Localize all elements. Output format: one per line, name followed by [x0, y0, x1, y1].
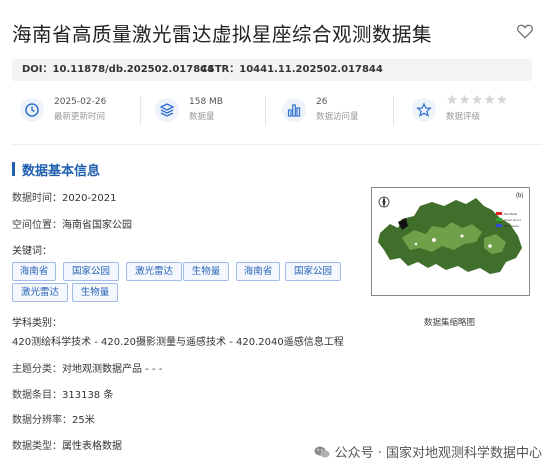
- info-value: 海南省国家公园: [62, 220, 132, 231]
- stats-bar: 2025-02-26 最新更新时间 158 MB 数据量 26 数据访问量 数据…: [12, 92, 542, 132]
- info-time: 数据时间：2020-2021: [12, 189, 117, 204]
- info-value: 属性表格数据: [62, 441, 122, 452]
- info-value: 313138 条: [62, 390, 114, 401]
- info-records: 数据条目：313138 条: [12, 386, 113, 401]
- keyword-tag[interactable]: 海南省: [12, 262, 56, 281]
- info-type: 数据类型：属性表格数据: [12, 437, 122, 452]
- stat-value: 2025-02-26: [54, 97, 107, 107]
- dataset-thumbnail[interactable]: Test Build Green Sum t Blue Grass (b): [371, 187, 530, 296]
- stat-visits: 26 数据访问量: [274, 92, 399, 132]
- keyword-tag[interactable]: 生物量: [183, 262, 229, 281]
- legend-swatch: [496, 212, 502, 215]
- wechat-icon: [314, 446, 330, 458]
- keyword-tag[interactable]: 生物量: [72, 283, 118, 302]
- info-theme: 主题分类：对地观测数据产品 - - -: [12, 360, 162, 375]
- info-value: 对地观测数据产品 - - -: [62, 364, 163, 375]
- stat-label: 数据访问量: [316, 112, 359, 122]
- thumbnail-caption: 数据集缩略图: [423, 318, 475, 328]
- cstr-text[interactable]: CSTR：10441.11.202502.017844: [200, 59, 383, 81]
- stat-label: 数据量: [189, 112, 215, 122]
- stat-updated: 2025-02-26 最新更新时间: [12, 92, 142, 132]
- stat-label: 最新更新时间: [54, 112, 106, 122]
- keyword-tag[interactable]: 海南省: [236, 262, 280, 281]
- star-icon: [412, 98, 436, 122]
- info-subject-value: 420测绘科学技术 - 420.20摄影测量与遥感技术 - 420.2040遥感…: [12, 337, 344, 348]
- divider: [393, 96, 394, 126]
- keyword-tag[interactable]: 激光雷达: [12, 283, 68, 302]
- info-label: 数据时间：: [12, 193, 62, 204]
- info-label: 数据条目：: [12, 390, 62, 401]
- legend-text: Blue Grass: [504, 224, 519, 228]
- stat-label: 数据评级: [446, 112, 481, 122]
- legend-swatch: [496, 224, 502, 227]
- info-label: 空间位置：: [12, 220, 62, 231]
- stat-rating: 数据评级: [404, 92, 539, 132]
- heart-icon[interactable]: [516, 22, 534, 40]
- keyword-tag[interactable]: 激光雷达: [126, 262, 182, 281]
- info-value: 2020-2021: [62, 193, 117, 204]
- corner-label: (b): [516, 193, 523, 199]
- watermark: 公众号 · 国家对地观测科学数据中心: [314, 442, 542, 461]
- bar-chart-icon: [282, 98, 306, 122]
- clock-icon: [20, 98, 44, 122]
- section-title: 数据基本信息: [12, 160, 100, 179]
- divider: [12, 144, 542, 145]
- identifier-bar: DOI：10.11878/db.202502.017844 CSTR：10441…: [12, 59, 532, 81]
- info-resolution: 数据分辨率：25米: [12, 411, 95, 426]
- info-location: 空间位置：海南省国家公园: [12, 216, 132, 231]
- legend-text: Green Sum t: [504, 218, 521, 222]
- keyword-tag[interactable]: 国家公园: [63, 262, 119, 281]
- info-label: 主题分类：: [12, 364, 62, 375]
- divider: [140, 96, 141, 126]
- page-title: 海南省高质量激光雷达虚拟星座综合观测数据集: [12, 23, 433, 46]
- info-label: 数据分辨率：: [12, 415, 72, 426]
- thumbnail-map: Test Build Green Sum t Blue Grass (b): [372, 188, 529, 295]
- divider: [265, 96, 266, 126]
- doi-text[interactable]: DOI：10.11878/db.202502.017844: [22, 59, 214, 81]
- legend-text: Test Build: [504, 212, 517, 216]
- info-subject-label: 学科类别：: [12, 318, 62, 329]
- info-label: 数据类型：: [12, 441, 62, 452]
- rating-stars-icon: [447, 94, 507, 104]
- keyword-tag[interactable]: 国家公园: [285, 262, 341, 281]
- info-value: 25米: [72, 415, 95, 426]
- legend-swatch: [496, 218, 502, 221]
- info-keywords-label: 关键词：: [12, 246, 52, 257]
- watermark-text: 公众号 · 国家对地观测科学数据中心: [334, 446, 542, 461]
- rating-stars[interactable]: [446, 94, 508, 109]
- stat-value: 158 MB: [189, 97, 223, 107]
- stat-value: 26: [316, 97, 328, 107]
- layers-icon: [155, 98, 179, 122]
- stat-volume: 158 MB 数据量: [147, 92, 272, 132]
